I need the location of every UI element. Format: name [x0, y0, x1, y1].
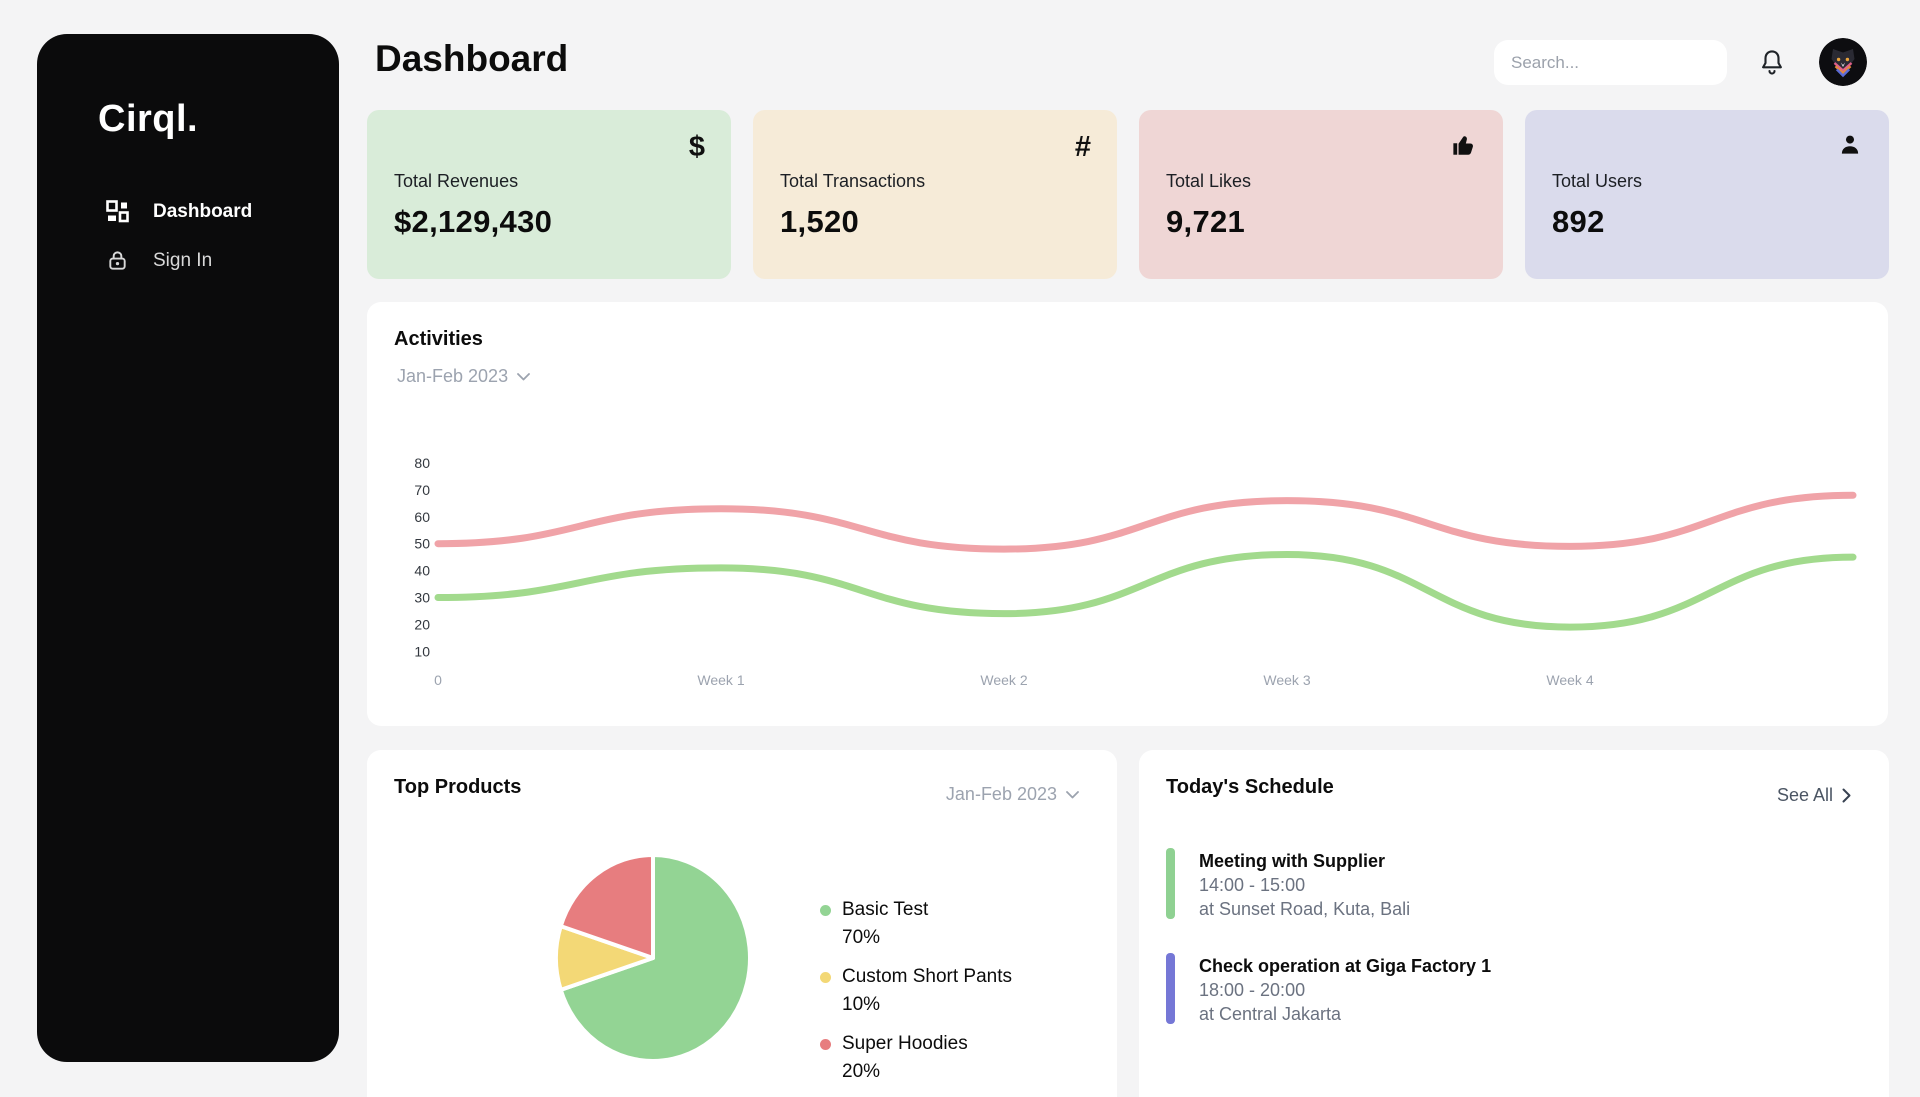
sidebar-menu: Dashboard Sign In: [37, 187, 339, 285]
stat-card-total-transactions: # Total Transactions 1,520: [753, 110, 1117, 279]
schedule-item-time: 14:00 - 15:00: [1199, 873, 1410, 897]
schedule-color-bar: [1166, 953, 1175, 1024]
legend-percent: 70%: [842, 924, 1012, 952]
period-label: Jan-Feb 2023: [397, 366, 508, 387]
legend-percent: 20%: [842, 1058, 1012, 1086]
thumbs-up-icon: [1447, 132, 1477, 162]
stat-label: Total Revenues: [394, 171, 518, 192]
stat-value: $2,129,430: [394, 204, 552, 240]
search-box: [1494, 40, 1727, 85]
legend-item: Super Hoodies 20%: [820, 1030, 1012, 1086]
svg-text:Week 4: Week 4: [1546, 672, 1593, 688]
lock-icon: [106, 249, 129, 272]
schedule-item-title: Check operation at Giga Factory 1: [1199, 953, 1491, 978]
legend-dot: [820, 905, 831, 916]
legend-label: Basic Test: [842, 896, 928, 924]
svg-text:50: 50: [414, 536, 430, 552]
search-input[interactable]: [1511, 53, 1732, 73]
sidebar-item-label: Sign In: [153, 250, 212, 272]
activities-line-chart: 80 70 60 50 40 30 20 100 Week 1 Week 2 Week 3 Week …: [394, 440, 1861, 710]
svg-text:80: 80: [414, 455, 430, 471]
legend-item: Custom Short Pants 10%: [820, 963, 1012, 1019]
legend-percent: 10%: [842, 991, 1012, 1019]
schedule-item-location: at Sunset Road, Kuta, Bali: [1199, 897, 1410, 921]
stat-value: 892: [1552, 204, 1605, 240]
legend-dot: [820, 972, 831, 983]
schedule-title: Today's Schedule: [1166, 776, 1334, 799]
wolf-logo-icon: [1819, 38, 1867, 86]
chevron-right-icon: [1842, 788, 1851, 803]
schedule-item[interactable]: Meeting with Supplier 14:00 - 15:00 at S…: [1166, 848, 1410, 921]
svg-text:20: 20: [414, 616, 430, 632]
dollar-icon: $: [675, 132, 705, 162]
sidebar-item-signin[interactable]: Sign In: [37, 236, 339, 285]
stat-label: Total Users: [1552, 171, 1642, 192]
period-label: Jan-Feb 2023: [946, 784, 1057, 805]
app-logo: Cirql.: [98, 98, 339, 141]
activities-card: Activities Jan-Feb 2023 80 70 60 50 40 30 20 10…: [367, 302, 1888, 726]
sidebar: Cirql. Dashboard Sign In: [37, 34, 339, 1062]
sidebar-item-label: Dashboard: [153, 201, 252, 223]
top-products-title: Top Products: [394, 776, 521, 799]
activities-period-dropdown[interactable]: Jan-Feb 2023: [397, 366, 530, 387]
legend-dot: [820, 1039, 831, 1050]
stat-card-total-users: Total Users 892: [1525, 110, 1889, 279]
svg-text:40: 40: [414, 563, 430, 579]
svg-text:Week 1: Week 1: [697, 672, 744, 688]
top-products-pie-chart: [547, 850, 759, 1066]
page-title: Dashboard: [375, 38, 568, 80]
stat-value: 1,520: [780, 204, 859, 240]
stat-card-total-likes: Total Likes 9,721: [1139, 110, 1503, 279]
sidebar-item-dashboard[interactable]: Dashboard: [37, 187, 339, 236]
schedule-color-bar: [1166, 848, 1175, 919]
svg-text:60: 60: [414, 509, 430, 525]
grid-icon: [106, 200, 129, 223]
schedule-card: Today's Schedule See All Meeting with Su…: [1139, 750, 1889, 1097]
bell-button[interactable]: [1757, 47, 1787, 77]
svg-text:10: 10: [414, 643, 430, 659]
schedule-item[interactable]: Check operation at Giga Factory 1 18:00 …: [1166, 953, 1491, 1026]
svg-text:0: 0: [434, 672, 442, 688]
chevron-down-icon: [1066, 791, 1079, 799]
svg-text:30: 30: [414, 590, 430, 606]
see-all-label: See All: [1777, 785, 1833, 806]
schedule-item-time: 18:00 - 20:00: [1199, 978, 1491, 1002]
bell-icon: [1757, 47, 1787, 77]
user-icon: [1833, 132, 1863, 162]
top-products-period-dropdown[interactable]: Jan-Feb 2023: [946, 784, 1079, 805]
legend-label: Custom Short Pants: [842, 963, 1012, 991]
schedule-item-location: at Central Jakarta: [1199, 1002, 1491, 1026]
stat-value: 9,721: [1166, 204, 1245, 240]
activities-title: Activities: [394, 328, 483, 351]
stat-label: Total Likes: [1166, 171, 1251, 192]
svg-text:Week 2: Week 2: [980, 672, 1027, 688]
top-products-card: Top Products Jan-Feb 2023 Basic Test 70%…: [367, 750, 1117, 1097]
chevron-down-icon: [517, 373, 530, 381]
pie-legend: Basic Test 70% Custom Short Pants 10% Su…: [820, 896, 1012, 1097]
see-all-link[interactable]: See All: [1777, 785, 1851, 806]
hash-icon: #: [1061, 132, 1091, 162]
schedule-item-title: Meeting with Supplier: [1199, 848, 1410, 873]
svg-text:70: 70: [414, 482, 430, 498]
avatar[interactable]: [1819, 38, 1867, 86]
stat-card-total-revenues: $ Total Revenues $2,129,430: [367, 110, 731, 279]
legend-item: Basic Test 70%: [820, 896, 1012, 952]
stat-label: Total Transactions: [780, 171, 925, 192]
legend-label: Super Hoodies: [842, 1030, 968, 1058]
svg-text:Week 3: Week 3: [1263, 672, 1310, 688]
